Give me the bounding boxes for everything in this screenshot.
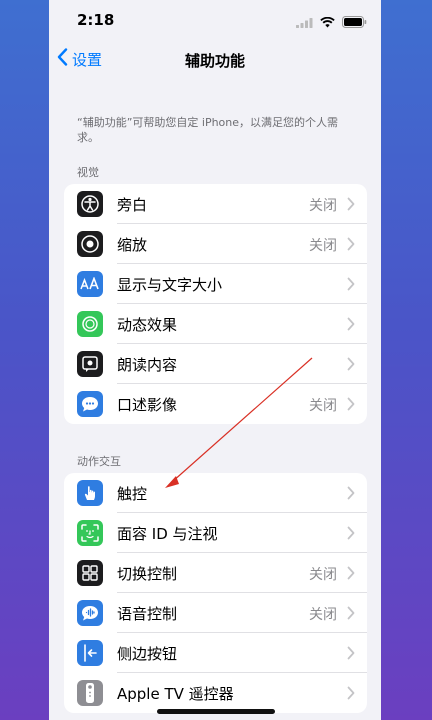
row-label: 语音控制: [117, 605, 178, 623]
row-spoken-content[interactable]: 朗读内容: [64, 344, 367, 384]
row-apple-tv-remote[interactable]: Apple TV 遥控器: [64, 673, 367, 713]
apple-tv-remote-icon: [77, 680, 103, 706]
row-label: 朗读内容: [117, 356, 178, 374]
switch-control-icon: [77, 560, 103, 586]
signal-icon: [296, 13, 313, 32]
navigation-bar: 设置 辅助功能: [49, 40, 381, 80]
voice-control-icon: [77, 600, 103, 626]
row-label: 缩放: [117, 236, 148, 254]
chevron-right-icon: [347, 236, 355, 255]
chevron-right-icon: [347, 276, 355, 295]
row-switch-control[interactable]: 切换控制 关闭: [64, 553, 367, 593]
row-touch[interactable]: 触控: [64, 473, 367, 513]
row-voice-control[interactable]: 语音控制 关闭: [64, 593, 367, 633]
text-size-icon: [77, 271, 103, 297]
row-value: 关闭: [309, 198, 337, 214]
interaction-group: 触控 面容 ID 与注视 切换控制 关闭 语音控制 关闭 侧边按钮 Apple …: [64, 473, 367, 713]
row-label: 旁白: [117, 196, 148, 214]
row-side-button[interactable]: 侧边按钮: [64, 633, 367, 673]
page-title: 辅助功能: [184, 52, 245, 70]
side-button-icon: [77, 640, 103, 666]
row-value: 关闭: [309, 607, 337, 623]
section-header-interaction: 动作交互: [77, 455, 121, 468]
row-label: 侧边按钮: [117, 645, 178, 663]
status-bar: 2:18: [49, 0, 381, 40]
status-icons: [296, 13, 367, 32]
status-time: 2:18: [77, 11, 115, 29]
chevron-right-icon: [347, 565, 355, 584]
row-value: 关闭: [309, 238, 337, 254]
description-text: “辅助功能”可帮助您自定 iPhone，以满足您的个人需求。: [77, 116, 339, 144]
phone-screen: 2:18 设置 辅助功能 “辅助功能”可帮助您自定 iPhone，以满足您的个人…: [49, 0, 381, 720]
row-voiceover[interactable]: 旁白 关闭: [64, 184, 367, 224]
row-motion[interactable]: 动态效果: [64, 304, 367, 344]
chevron-right-icon: [347, 485, 355, 504]
row-label: 面容 ID 与注视: [117, 525, 218, 543]
chevron-right-icon: [347, 645, 355, 664]
row-value: 关闭: [309, 567, 337, 583]
row-label: Apple TV 遥控器: [117, 685, 234, 703]
voiceover-icon: [77, 191, 103, 217]
home-indicator[interactable]: [157, 709, 275, 714]
touch-icon: [77, 480, 103, 506]
spoken-content-icon: [77, 351, 103, 377]
motion-icon: [77, 311, 103, 337]
battery-icon: [342, 13, 367, 32]
row-value: 关闭: [309, 398, 337, 414]
row-label: 切换控制: [117, 565, 178, 583]
chevron-right-icon: [347, 356, 355, 375]
row-label: 触控: [117, 485, 148, 503]
chevron-right-icon: [347, 605, 355, 624]
row-face-id[interactable]: 面容 ID 与注视: [64, 513, 367, 553]
chevron-right-icon: [347, 316, 355, 335]
face-id-icon: [77, 520, 103, 546]
zoom-icon: [77, 231, 103, 257]
wifi-icon: [320, 13, 335, 32]
vision-group: 旁白 关闭 缩放 关闭 显示与文字大小 动态效果 朗读内容 口述影像 关闭: [64, 184, 367, 424]
row-label: 显示与文字大小: [117, 276, 223, 294]
chevron-right-icon: [347, 196, 355, 215]
row-label: 动态效果: [117, 316, 178, 334]
row-display-text-size[interactable]: 显示与文字大小: [64, 264, 367, 304]
section-header-vision: 视觉: [77, 166, 99, 179]
audio-description-icon: [77, 391, 103, 417]
row-zoom[interactable]: 缩放 关闭: [64, 224, 367, 264]
row-label: 口述影像: [117, 396, 178, 414]
row-audio-description[interactable]: 口述影像 关闭: [64, 384, 367, 424]
chevron-right-icon: [347, 525, 355, 544]
chevron-right-icon: [347, 685, 355, 704]
chevron-right-icon: [347, 396, 355, 415]
